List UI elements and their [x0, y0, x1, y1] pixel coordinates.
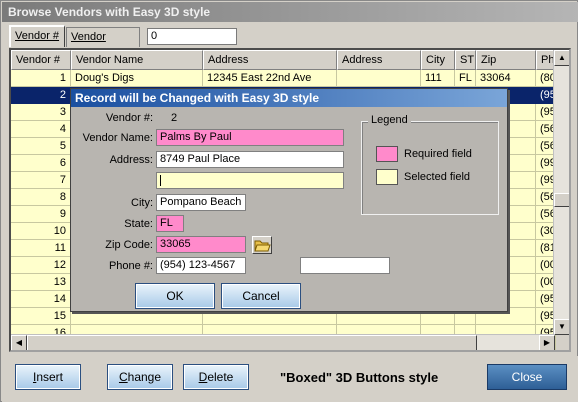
scroll-right-icon[interactable]: ▶ [539, 335, 555, 350]
column-header[interactable]: ST [455, 50, 476, 70]
column-header[interactable]: Vendor # [11, 50, 71, 70]
table-cell: 2 [11, 87, 71, 104]
table-row[interactable]: 1 Doug's Digs 12345 East 22nd Ave 111 FL 3306… [11, 70, 556, 87]
table-cell: 9 [11, 206, 71, 223]
delete-hotkey: D [198, 370, 208, 384]
insert-label: nsert [36, 370, 64, 384]
phone-field[interactable]: (954) 123-4567 [156, 257, 246, 274]
vendor-name-field[interactable]: Palms By Paul [156, 129, 344, 146]
table-cell: 111 [421, 70, 455, 87]
delete-label: elete [207, 370, 234, 384]
horizontal-scroll-thumb[interactable] [27, 335, 477, 350]
vendor-number-label: Vendor #: [105, 112, 153, 124]
change-hotkey: C [118, 370, 128, 384]
required-legend-label: Required field [404, 148, 472, 160]
tab-vendor-number-label: Vendor # [15, 30, 60, 42]
style-caption: "Boxed" 3D Buttons style [280, 370, 439, 385]
selected-legend-label: Selected field [404, 171, 471, 183]
state-label: State: [124, 218, 153, 230]
table-cell: Doug's Digs [71, 70, 203, 87]
folder-open-icon[interactable] [252, 236, 272, 254]
scroll-down-icon[interactable]: ▼ [554, 319, 569, 335]
table-cell: 3 [11, 104, 71, 121]
table-cell [337, 70, 421, 87]
delete-button[interactable]: Delete [183, 364, 249, 390]
change-button[interactable]: Change [107, 364, 173, 390]
required-swatch [376, 146, 398, 162]
change-label: hange [127, 370, 162, 384]
table-cell: 12 [11, 257, 71, 274]
cancel-button[interactable]: Cancel [221, 283, 301, 309]
scroll-left-icon[interactable]: ◀ [11, 335, 27, 350]
table-cell: 12345 East 22nd Ave [203, 70, 337, 87]
scroll-up-icon[interactable]: ▲ [554, 50, 569, 66]
phone-extra-field[interactable] [300, 257, 390, 274]
table-cell: 11 [11, 240, 71, 257]
vertical-scroll-thumb[interactable] [554, 193, 569, 207]
vertical-scrollbar[interactable]: ▲ ▼ [553, 50, 569, 335]
phone-label: Phone #: [108, 260, 153, 272]
column-header[interactable]: Address [203, 50, 337, 70]
table-cell: 13 [11, 274, 71, 291]
table-cell: 15 [11, 308, 71, 325]
table-cell: 4 [11, 121, 71, 138]
search-input[interactable]: 0 [147, 28, 237, 45]
state-field[interactable]: FL [156, 215, 184, 232]
column-header[interactable]: Vendor Name [71, 50, 203, 70]
window-title: Browse Vendors with Easy 3D style [2, 2, 578, 22]
table-cell: 6 [11, 155, 71, 172]
table-cell: 14 [11, 291, 71, 308]
tab-vendor-number[interactable]: Vendor # [9, 25, 65, 47]
column-header[interactable]: Address [337, 50, 421, 70]
legend-title: Legend [368, 114, 411, 126]
table-cell: 5 [11, 138, 71, 155]
zip-code-label: Zip Code: [105, 239, 153, 251]
city-label: City: [131, 197, 153, 209]
dialog-title: Record will be Changed with Easy 3D styl… [71, 89, 507, 107]
column-header[interactable]: Zip [476, 50, 536, 70]
column-header[interactable]: City [421, 50, 455, 70]
tab-vendor-name[interactable]: Vendor Name [66, 27, 140, 61]
table-cell: 1 [11, 70, 71, 87]
table-cell: 7 [11, 172, 71, 189]
city-field[interactable]: Pompano Beach [156, 194, 246, 211]
table-cell: 33064 [476, 70, 536, 87]
selected-swatch [376, 169, 398, 185]
table-cell: 8 [11, 189, 71, 206]
zip-code-field[interactable]: 33065 [156, 236, 246, 253]
vendor-name-label: Vendor Name: [82, 132, 153, 144]
address-line1-field[interactable]: 8749 Paul Place [156, 151, 344, 168]
bottom-toolbar: Insert Change Delete "Boxed" 3D Buttons … [2, 356, 578, 402]
vendor-number-value: 2 [171, 112, 178, 124]
address-line2-field[interactable] [156, 172, 344, 189]
text-cursor [160, 175, 161, 186]
table-cell: 10 [11, 223, 71, 240]
table-cell: FL [455, 70, 476, 87]
edit-record-dialog: Record will be Changed with Easy 3D styl… [70, 88, 508, 312]
close-button[interactable]: Close [487, 364, 567, 390]
horizontal-scrollbar[interactable]: ◀ ▶ [11, 334, 555, 350]
insert-button[interactable]: Insert [15, 364, 81, 390]
address-label: Address: [109, 154, 153, 166]
ok-button[interactable]: OK [135, 283, 215, 309]
legend-group: Legend Required field Selected field [361, 114, 499, 215]
